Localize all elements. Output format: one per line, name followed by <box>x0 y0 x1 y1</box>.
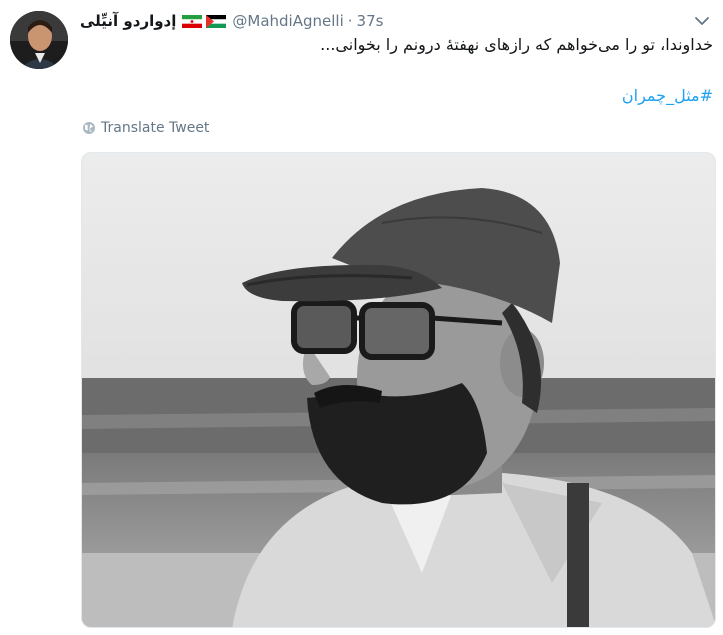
tweet-header: إدواردو آنيِّلی @MahdiAgnelli · 37s <box>80 10 383 32</box>
tweet: إدواردو آنيِّلی @MahdiAgnelli · 37s خداو… <box>0 0 723 635</box>
translate-label: Translate Tweet <box>101 120 210 136</box>
tweet-text: خداوندا، تو را می‌خواهم که رازهای نهفتهٔ… <box>320 35 713 54</box>
chevron-down-icon[interactable] <box>694 14 710 28</box>
separator: · <box>347 12 353 30</box>
translate-tweet-button[interactable]: Translate Tweet <box>82 120 209 136</box>
tweet-photo[interactable] <box>81 152 716 628</box>
photo-illustration <box>82 153 715 627</box>
hashtag-link[interactable]: #مثل_چمران <box>622 86 713 105</box>
avatar[interactable] <box>10 11 68 69</box>
user-handle[interactable]: @MahdiAgnelli <box>232 12 343 30</box>
flags <box>178 14 227 28</box>
palestine-flag-icon <box>206 14 227 28</box>
timestamp[interactable]: 37s <box>357 12 384 30</box>
display-name[interactable]: إدواردو آنيِّلی <box>80 12 176 30</box>
globe-icon <box>83 122 95 134</box>
iran-flag-icon <box>182 14 203 28</box>
